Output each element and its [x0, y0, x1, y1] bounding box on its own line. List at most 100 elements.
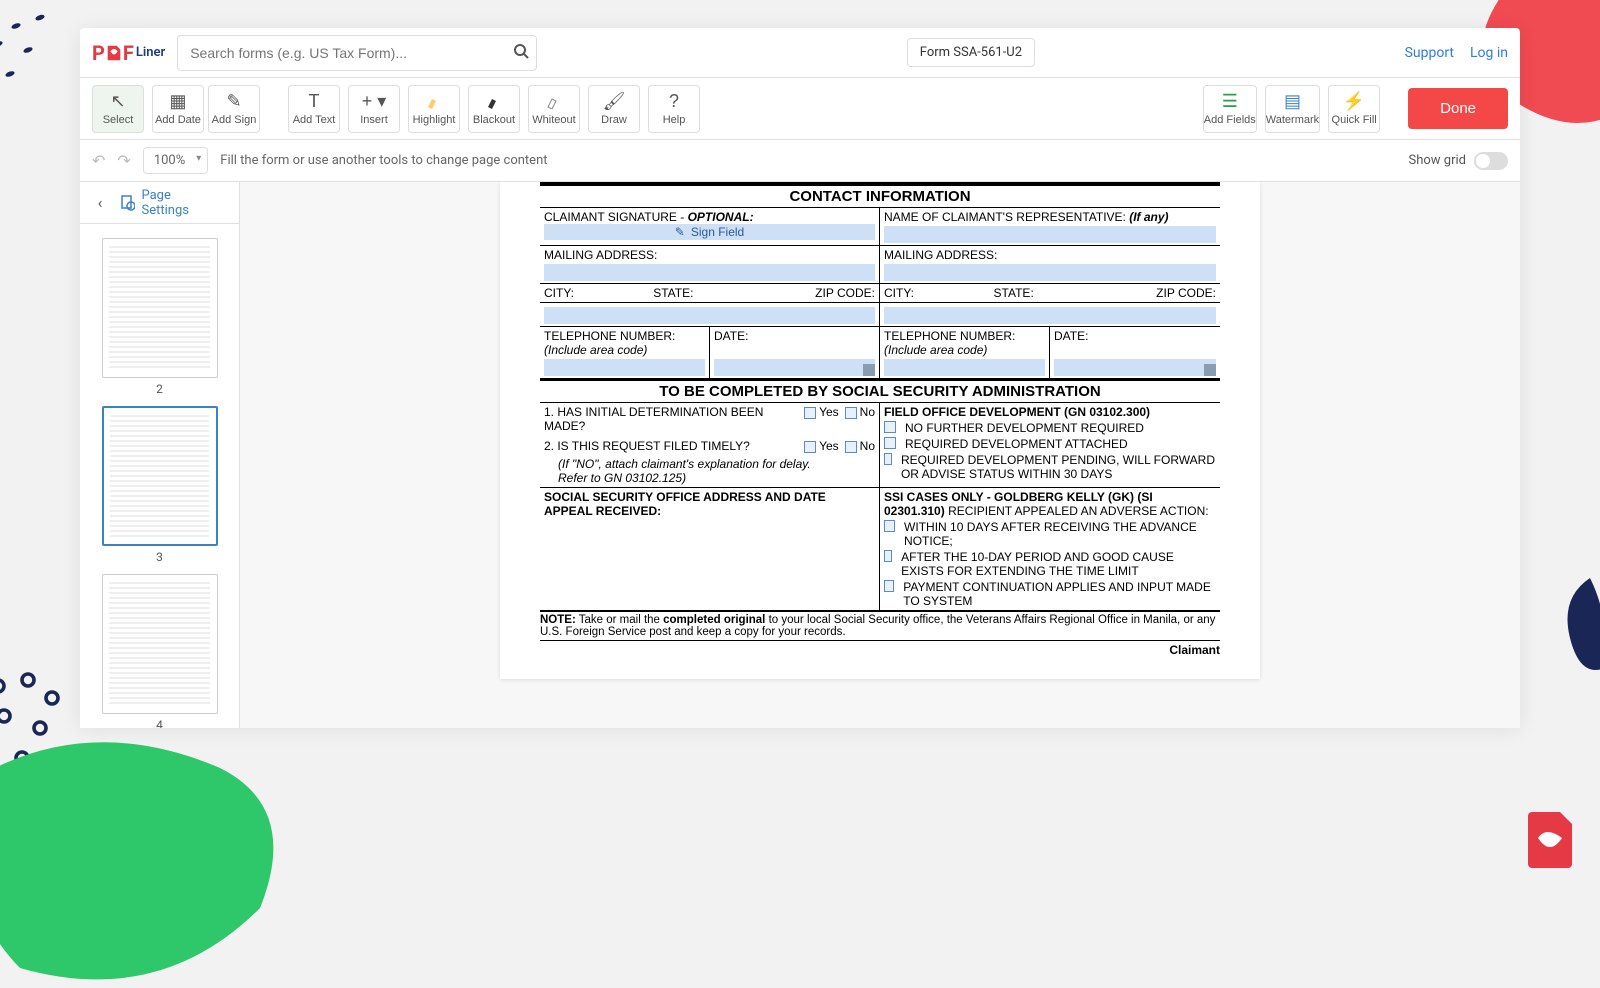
add-sign-label: Add Sign — [212, 114, 257, 126]
sign-icon: ✎ — [675, 225, 685, 239]
fod-title: FIELD OFFICE DEVELOPMENT (GN 03102.300) — [884, 405, 1216, 419]
form-title-badge: Form SSA-561-U2 — [907, 38, 1035, 67]
insert-tool[interactable]: + ▾ Insert — [348, 85, 400, 133]
calendar-icon: ▦ — [169, 91, 186, 111]
toolbar: ↖Select ▦Add Date ✎ Add Sign TAdd Text + … — [80, 78, 1520, 140]
calendar-icon-2[interactable] — [1204, 364, 1216, 376]
help-label: Help — [663, 114, 686, 126]
login-link[interactable]: Log in — [1470, 45, 1508, 61]
redo-button[interactable]: ↷ — [117, 151, 130, 170]
fields-icon: ☰ — [1222, 91, 1238, 111]
date-input-1[interactable] — [714, 359, 875, 376]
fod-b-label: REQUIRED DEVELOPMENT ATTACHED — [905, 437, 1128, 451]
sign-field-label: Sign Field — [691, 225, 744, 239]
main-area: ‹ Page Settings 2 3 4 CONTACT INFORMATIO… — [80, 182, 1520, 728]
tel-input-2[interactable] — [884, 359, 1045, 376]
pen-icon: ✎ — [226, 91, 241, 111]
sign-field[interactable]: ✎ Sign Field — [544, 224, 875, 240]
zoom-select[interactable]: 100% — [143, 147, 208, 174]
ssi-b-checkbox[interactable] — [884, 550, 892, 562]
rep-name-label: NAME OF CLAIMANT'S REPRESENTATIVE: (If a… — [884, 210, 1169, 224]
date-label-1: DATE: — [714, 329, 875, 343]
toggle-switch[interactable] — [1474, 152, 1508, 170]
search-input[interactable] — [177, 35, 537, 71]
city-label-1: CITY: — [544, 286, 574, 300]
add-date-tool[interactable]: ▦Add Date — [152, 85, 204, 133]
state-label-2: STATE: — [994, 286, 1034, 300]
done-button[interactable]: Done — [1408, 88, 1508, 129]
plus-icon: + ▾ — [362, 91, 387, 111]
zip-label-1: ZIP CODE: — [815, 286, 875, 300]
highlight-label: Highlight — [413, 114, 456, 126]
add-sign-tool[interactable]: ✎ Add Sign — [208, 85, 260, 133]
quick-fill-label: Quick Fill — [1332, 114, 1377, 126]
document-page: CONTACT INFORMATION CLAIMANT SIGNATURE -… — [500, 182, 1260, 679]
area-code-label-2: (Include area code) — [884, 343, 1045, 357]
date-input-2[interactable] — [1054, 359, 1216, 376]
show-grid-label: Show grid — [1409, 153, 1466, 168]
fod-a-label: NO FURTHER DEVELOPMENT REQUIRED — [905, 421, 1144, 435]
document-canvas[interactable]: CONTACT INFORMATION CLAIMANT SIGNATURE -… — [240, 182, 1520, 728]
rep-name-input[interactable] — [884, 226, 1216, 243]
page-settings-icon — [120, 195, 135, 211]
grid-toggle[interactable]: Show grid — [1409, 152, 1508, 170]
quick-fill-tool[interactable]: ⚡Quick Fill — [1328, 85, 1380, 133]
search-wrapper — [177, 35, 537, 71]
ssi-a-label: WITHIN 10 DAYS AFTER RECEIVING THE ADVAN… — [904, 520, 1216, 548]
state-label-1: STATE: — [653, 286, 693, 300]
undo-button[interactable]: ↶ — [92, 151, 105, 170]
highlight-tool[interactable]: Highlight — [408, 85, 460, 133]
support-link[interactable]: Support — [1405, 45, 1454, 61]
page-thumbnail-2[interactable] — [102, 238, 218, 378]
app-container: PFLiner Form SSA-561-U2 Support Log in ↖… — [80, 28, 1520, 728]
page-settings-button[interactable]: Page Settings — [120, 188, 239, 218]
mailing-addr-input-2[interactable] — [884, 264, 1216, 281]
ssi-a-checkbox[interactable] — [884, 520, 895, 532]
mailing-addr-input-1[interactable] — [544, 264, 875, 281]
select-label: Select — [103, 114, 134, 126]
q2-yes-label: Yes — [819, 439, 839, 453]
city-state-zip-input-1[interactable] — [544, 307, 875, 324]
fod-b-checkbox[interactable] — [884, 437, 896, 449]
fod-c-checkbox[interactable] — [884, 453, 892, 465]
logo[interactable]: PFLiner — [92, 41, 165, 65]
add-text-tool[interactable]: TAdd Text — [288, 85, 340, 133]
note-row: NOTE: Take or mail the completed origina… — [540, 611, 1220, 641]
add-fields-tool[interactable]: ☰Add Fields — [1203, 85, 1257, 133]
q1-yes-checkbox[interactable] — [804, 407, 816, 419]
q2-label: 2. IS THIS REQUEST FILED TIMELY? — [544, 439, 798, 453]
blackout-tool[interactable]: Blackout — [468, 85, 520, 133]
ssi-c-checkbox[interactable] — [884, 580, 894, 592]
search-icon[interactable] — [513, 43, 529, 63]
watermark-tool[interactable]: ▤Watermark — [1265, 85, 1320, 133]
q2-no-checkbox[interactable] — [845, 441, 857, 453]
whiteout-tool[interactable]: Whiteout — [528, 85, 580, 133]
highlight-icon — [426, 91, 442, 111]
fod-a-checkbox[interactable] — [884, 421, 896, 433]
insert-label: Insert — [360, 114, 388, 126]
page-settings-label: Page Settings — [141, 188, 219, 218]
tel-input-1[interactable] — [544, 359, 705, 376]
page-thumbnail-4[interactable] — [102, 574, 218, 714]
subbar: ↶ ↷ 100% Fill the form or use another to… — [80, 140, 1520, 182]
city-label-2: CITY: — [884, 286, 914, 300]
select-tool[interactable]: ↖Select — [92, 85, 144, 133]
sidebar: ‹ Page Settings 2 3 4 — [80, 182, 240, 728]
thumbnail-strip[interactable]: 2 3 4 — [80, 224, 239, 728]
page-thumbnail-3[interactable] — [102, 406, 218, 546]
q1-no-checkbox[interactable] — [845, 407, 857, 419]
q2-no-label: No — [860, 439, 875, 453]
fod-c-label: REQUIRED DEVELOPMENT PENDING, WILL FORWA… — [901, 453, 1216, 481]
sidebar-back-button[interactable]: ‹ — [80, 193, 120, 212]
date-label-2: DATE: — [1054, 329, 1216, 343]
q2-yes-checkbox[interactable] — [804, 441, 816, 453]
q2-note2: Refer to GN 03102.125) — [558, 471, 875, 485]
draw-tool[interactable]: 🖌Draw — [588, 85, 640, 133]
calendar-icon-1[interactable] — [863, 364, 875, 376]
help-tool[interactable]: ?Help — [648, 85, 700, 133]
whiteout-icon — [546, 91, 562, 111]
ssi-b-label: AFTER THE 10-DAY PERIOD AND GOOD CAUSE E… — [901, 550, 1216, 578]
watermark-label: Watermark — [1266, 114, 1319, 126]
city-state-zip-input-2[interactable] — [884, 307, 1216, 324]
q1-yes-label: Yes — [819, 405, 839, 419]
